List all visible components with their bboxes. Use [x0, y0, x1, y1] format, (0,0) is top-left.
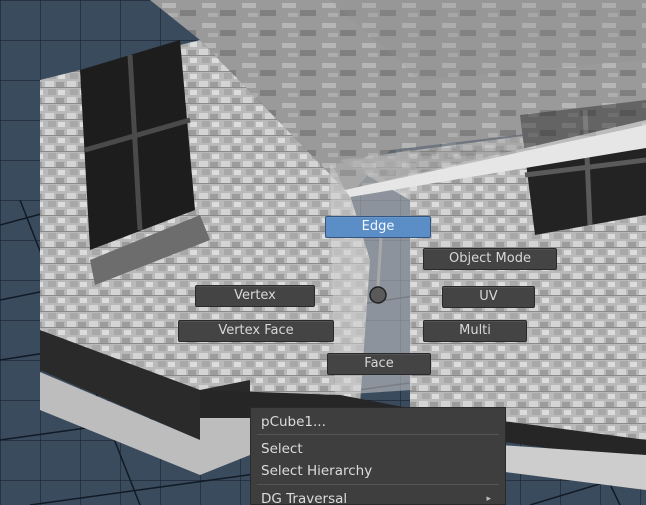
menu-item-dg-traversal-label: DG Traversal [261, 491, 348, 505]
menu-item-select-hierarchy[interactable]: Select Hierarchy [251, 460, 505, 482]
menu-separator [257, 434, 499, 435]
menu-item-pcube1[interactable]: pCube1... [251, 411, 505, 433]
marking-menu-center [369, 237, 387, 304]
submenu-arrow-icon: ▸ [486, 494, 491, 504]
menu-item-select[interactable]: Select [251, 438, 505, 460]
3d-viewport[interactable]: Edge Object Mode Vertex UV Vertex Face M… [0, 0, 646, 505]
marking-menu-multi[interactable]: Multi [423, 320, 527, 342]
marking-menu-uv[interactable]: UV [442, 286, 535, 308]
menu-item-dg-traversal[interactable]: DG Traversal ▸ [251, 488, 505, 505]
menu-separator [257, 484, 499, 485]
marking-menu-face[interactable]: Face [327, 353, 431, 375]
marking-menu-vertex-face[interactable]: Vertex Face [178, 320, 334, 342]
context-menu: pCube1... Select Select Hierarchy DG Tra… [250, 407, 506, 505]
marking-menu-object-mode[interactable]: Object Mode [423, 248, 557, 270]
marking-menu-vertex[interactable]: Vertex [195, 285, 315, 307]
